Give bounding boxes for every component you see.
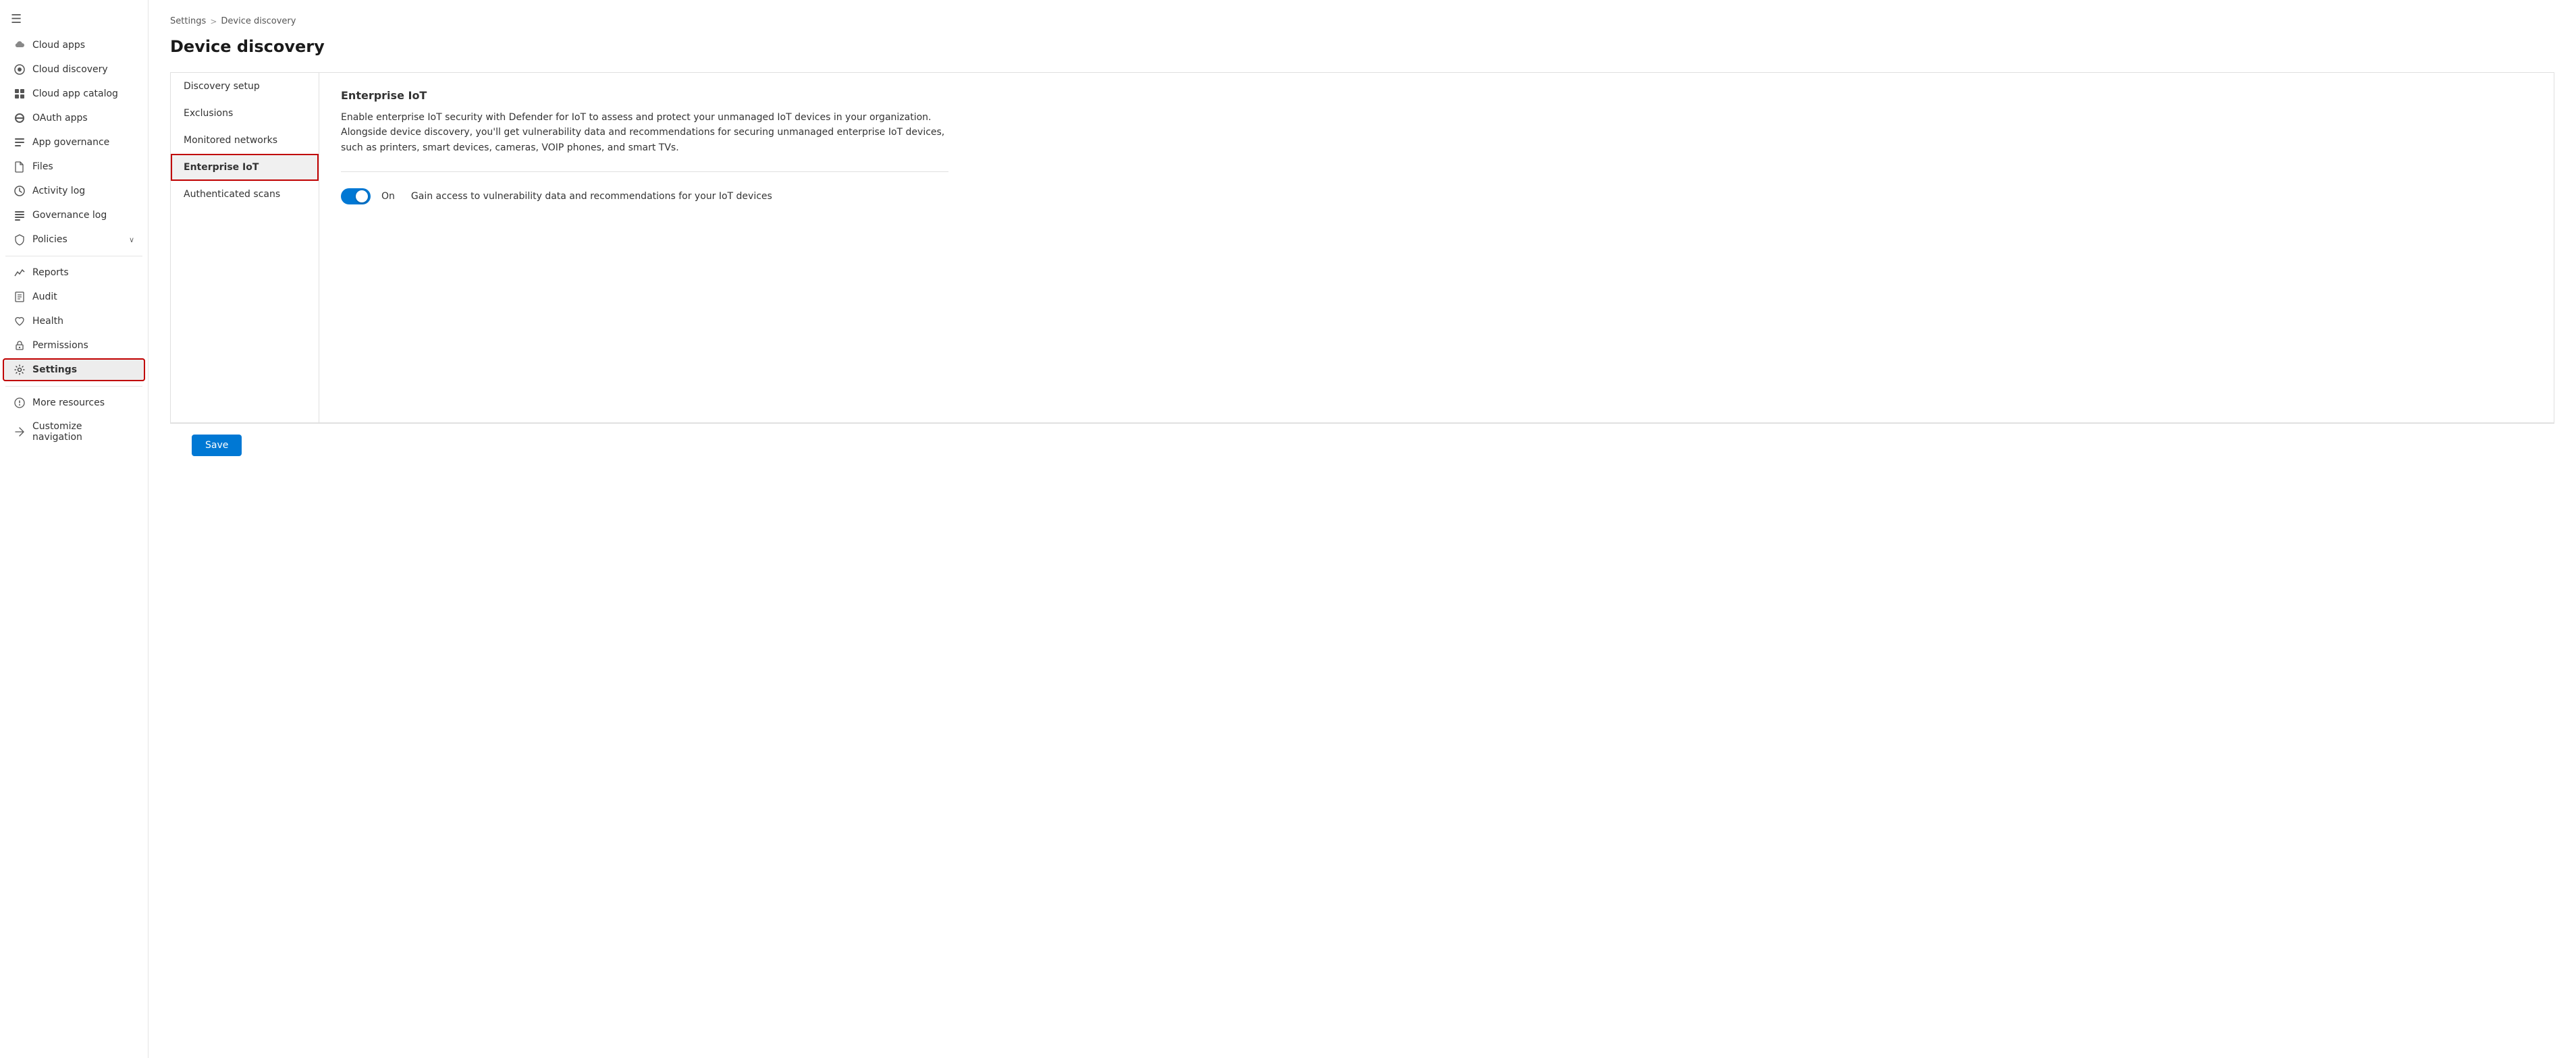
hamburger-icon: ☰: [11, 12, 22, 26]
tab-exclusions[interactable]: Exclusions: [171, 100, 319, 127]
sidebar-item-oauth-apps[interactable]: OAuth apps: [3, 107, 145, 130]
policies-icon: [14, 233, 26, 246]
tab-enterprise-iot[interactable]: Enterprise IoT: [171, 154, 319, 181]
sidebar-item-label: OAuth apps: [32, 113, 88, 123]
breadcrumb-separator: >: [210, 17, 217, 26]
files-icon: [14, 161, 26, 173]
app-governance-icon: [14, 136, 26, 148]
sidebar-item-customize-navigation[interactable]: Customize navigation: [3, 416, 145, 448]
panel-container: Discovery setup Exclusions Monitored net…: [170, 72, 2554, 423]
chevron-down-icon: ∨: [129, 235, 134, 244]
sidebar-item-label: More resources: [32, 397, 105, 408]
settings-icon: [14, 364, 26, 376]
breadcrumb-current: Device discovery: [221, 16, 296, 26]
sidebar-item-settings[interactable]: Settings: [3, 358, 145, 381]
sidebar-item-app-governance[interactable]: App governance: [3, 131, 145, 154]
sidebar-item-cloud-app-catalog[interactable]: Cloud app catalog: [3, 82, 145, 105]
sidebar-item-label: Customize navigation: [32, 421, 134, 443]
health-icon: [14, 315, 26, 327]
sidebar-item-label: Settings: [32, 364, 77, 375]
toggle-thumb: [356, 190, 368, 202]
hamburger-menu[interactable]: ☰: [0, 5, 148, 33]
enterprise-iot-title: Enterprise IoT: [341, 89, 2532, 102]
sidebar-item-label: Cloud app catalog: [32, 88, 118, 99]
sidebar-item-more-resources[interactable]: More resources: [3, 391, 145, 414]
sidebar-item-cloud-discovery[interactable]: Cloud discovery: [3, 58, 145, 81]
sidebar-item-label: Activity log: [32, 186, 85, 196]
sidebar-item-label: Cloud apps: [32, 40, 85, 51]
sidebar-item-label: Policies: [32, 234, 68, 245]
sidebar-item-label: Cloud discovery: [32, 64, 108, 75]
audit-icon: [14, 291, 26, 303]
tab-discovery-setup[interactable]: Discovery setup: [171, 73, 319, 100]
sidebar-item-activity-log[interactable]: Activity log: [3, 179, 145, 202]
main-content: Settings > Device discovery Device disco…: [149, 0, 2576, 1058]
more-resources-icon: [14, 397, 26, 409]
sidebar-item-label: Files: [32, 161, 53, 172]
sidebar-item-governance-log[interactable]: Governance log: [3, 204, 145, 227]
reports-icon: [14, 267, 26, 279]
cloud-app-catalog-icon: [14, 88, 26, 100]
governance-log-icon: [14, 209, 26, 221]
enterprise-iot-toggle[interactable]: [341, 188, 371, 204]
sidebar-item-cloud-apps[interactable]: Cloud apps: [3, 34, 145, 57]
breadcrumb: Settings > Device discovery: [170, 16, 2554, 26]
sidebar-item-files[interactable]: Files: [3, 155, 145, 178]
sidebar-item-label: Governance log: [32, 210, 107, 221]
cloud-discovery-icon: [14, 63, 26, 76]
sidebar-item-label: Permissions: [32, 340, 88, 351]
sidebar-divider-2: [5, 386, 142, 387]
toggle-description: Gain access to vulnerability data and re…: [411, 191, 772, 202]
save-bar: Save: [170, 423, 2554, 467]
sidebar-item-permissions[interactable]: Permissions: [3, 334, 145, 357]
enterprise-iot-description: Enable enterprise IoT security with Defe…: [341, 110, 948, 172]
permissions-icon: [14, 339, 26, 352]
sidebar-item-label: Reports: [32, 267, 69, 278]
toggle-track: [341, 188, 371, 204]
cloud-apps-icon: [14, 39, 26, 51]
toggle-on-label: On: [381, 191, 395, 202]
activity-log-icon: [14, 185, 26, 197]
toggle-row: On Gain access to vulnerability data and…: [341, 188, 2532, 204]
tab-monitored-networks[interactable]: Monitored networks: [171, 127, 319, 154]
customize-nav-icon: [14, 426, 26, 438]
sidebar: ☰ Cloud apps Cloud discovery Cloud app c…: [0, 0, 149, 1058]
sidebar-item-audit[interactable]: Audit: [3, 285, 145, 308]
sidebar-item-label: App governance: [32, 137, 109, 148]
page-title: Device discovery: [170, 37, 2554, 56]
breadcrumb-settings[interactable]: Settings: [170, 16, 206, 26]
sidebar-item-policies[interactable]: Policies ∨: [3, 228, 145, 251]
tab-content-enterprise-iot: Enterprise IoT Enable enterprise IoT sec…: [319, 73, 2554, 422]
save-button[interactable]: Save: [192, 435, 242, 456]
tab-navigation: Discovery setup Exclusions Monitored net…: [171, 73, 319, 422]
tab-authenticated-scans[interactable]: Authenticated scans: [171, 181, 319, 208]
sidebar-item-label: Health: [32, 316, 63, 327]
sidebar-item-health[interactable]: Health: [3, 310, 145, 333]
oauth-apps-icon: [14, 112, 26, 124]
content-area: Settings > Device discovery Device disco…: [149, 0, 2576, 1058]
sidebar-item-label: Audit: [32, 291, 57, 302]
sidebar-item-reports[interactable]: Reports: [3, 261, 145, 284]
